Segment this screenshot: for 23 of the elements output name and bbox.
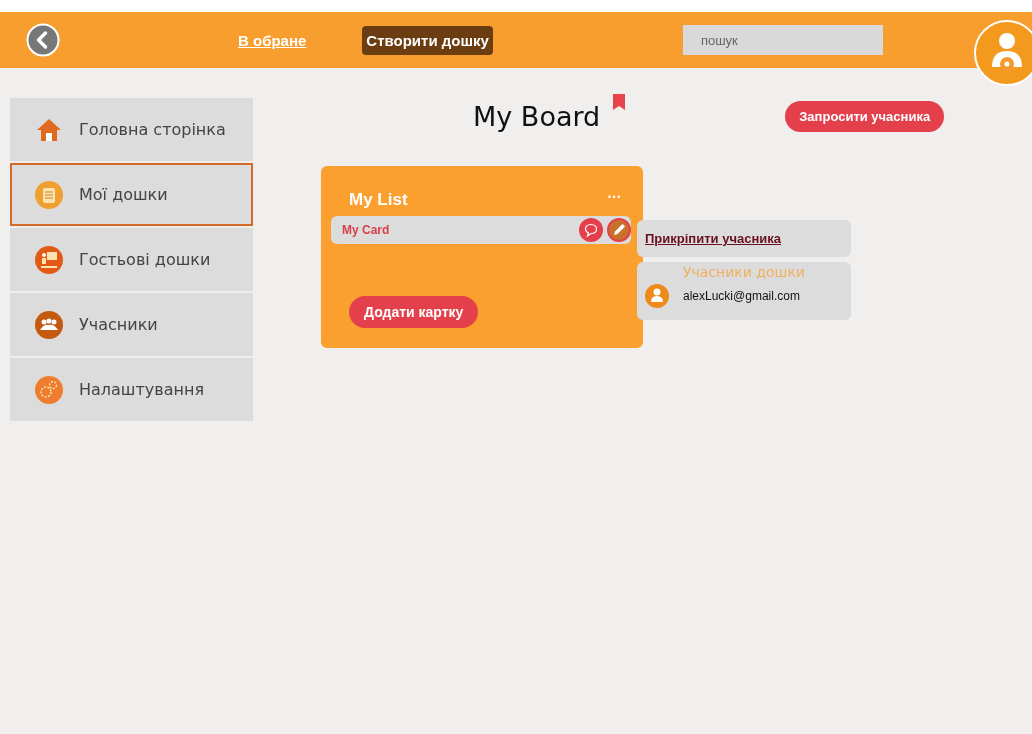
members-title: Учасники дошки	[682, 264, 806, 280]
sidebar-item[interactable]: Головна сторінка	[10, 98, 253, 161]
member-email: alexLucki@gmail.com	[683, 289, 800, 303]
pencil-icon[interactable]	[607, 218, 631, 242]
list-title: My List	[349, 190, 408, 210]
sidebar-item[interactable]: Учасники	[10, 293, 253, 356]
board-title: My Board	[473, 100, 601, 132]
bookmark-icon[interactable]	[613, 94, 626, 110]
document-icon	[34, 179, 64, 210]
sidebar-item[interactable]: Гостьові дошки	[10, 228, 253, 291]
profile-avatar-icon[interactable]	[974, 20, 1032, 86]
comment-icon[interactable]	[579, 218, 603, 242]
user-avatar-icon	[645, 284, 669, 308]
add-card-button[interactable]: Додати картку	[349, 296, 479, 328]
presentation-icon	[34, 244, 64, 275]
invite-member-button[interactable]: Запросити учасника	[785, 100, 945, 132]
people-icon	[34, 309, 64, 340]
create-board-button[interactable]: Створити дошку	[362, 25, 493, 55]
sidebar-item[interactable]: Мої дошки	[10, 163, 253, 226]
sidebar-item[interactable]: Налаштування	[10, 358, 253, 421]
search-field[interactable]: пошук	[682, 25, 883, 55]
back-button[interactable]	[26, 23, 60, 57]
attach-member-link[interactable]: Прикріпити учасника	[645, 231, 781, 246]
